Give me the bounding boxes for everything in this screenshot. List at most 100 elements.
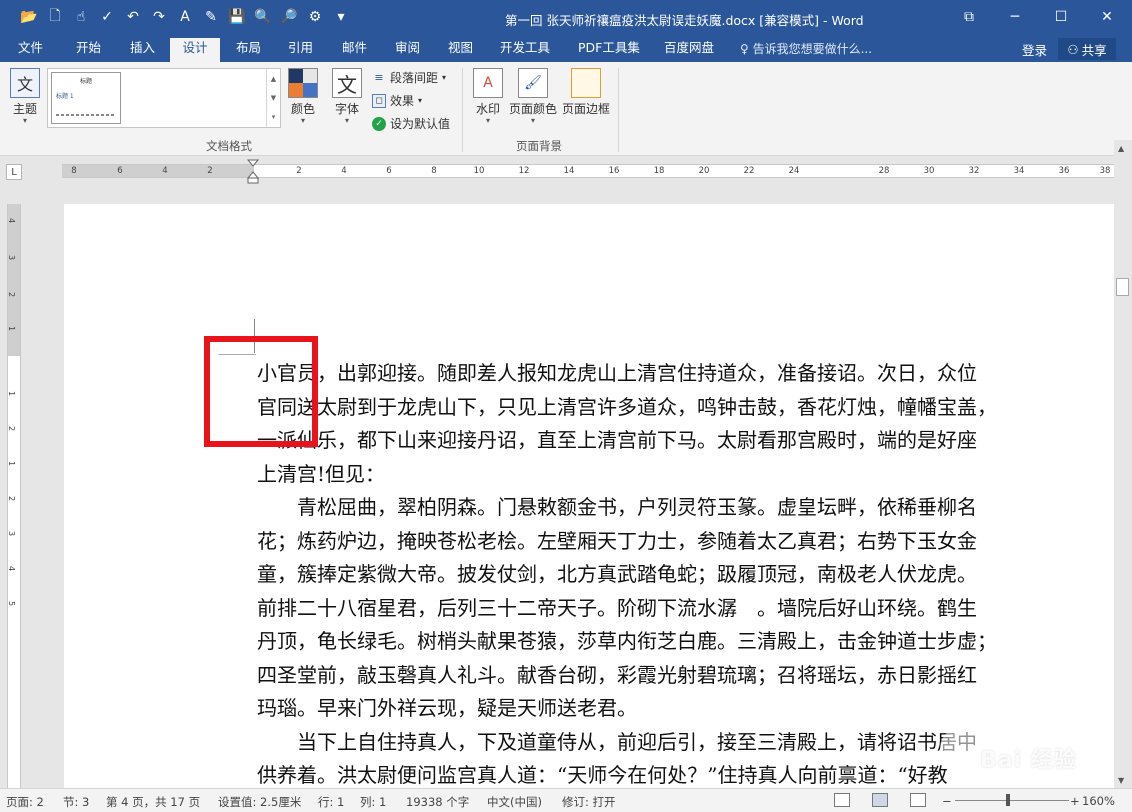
tab-references[interactable]: 引用	[278, 38, 323, 62]
login-link[interactable]: 登录	[1022, 40, 1047, 59]
page-border-icon	[571, 68, 601, 98]
open-folder-icon[interactable]: 📂	[16, 6, 42, 28]
text-line: 前排二十八宿星君，后列三十二帝天子。阶砌下流水潺 。墙院后好山环绕。鹤生	[257, 595, 977, 620]
paragraph-spacing-label: 段落间距	[390, 71, 439, 85]
maximize-button[interactable]: ☐	[1038, 0, 1084, 34]
tab-insert[interactable]: 插入	[120, 38, 165, 62]
zoom-in-button[interactable]: +	[1070, 794, 1080, 808]
status-position[interactable]: 设置值: 2.5厘米	[218, 794, 301, 810]
ruler-tick: 2	[296, 166, 302, 176]
scroll-up-icon[interactable]: ▲	[1118, 144, 1124, 153]
paragraph-spacing-button[interactable]: ≡ 段落间距 ▾	[372, 69, 446, 86]
style-set-gallery[interactable]: 标题 标题 1 ▲ ▼ ▾	[47, 68, 281, 128]
group-divider	[462, 68, 463, 152]
minimize-button[interactable]: ─	[992, 0, 1038, 34]
ruler-tick: 3	[7, 254, 17, 261]
status-page-of[interactable]: 第 4 页，共 17 页	[106, 794, 200, 810]
ruler-tick: 8	[71, 166, 77, 176]
tab-home[interactable]: 开始	[66, 38, 111, 62]
indent-marker[interactable]	[247, 158, 259, 184]
tab-developer[interactable]: 开发工具	[490, 38, 560, 62]
set-default-button[interactable]: ✓ 设为默认值	[372, 115, 450, 132]
redo-icon[interactable]: ↷	[146, 6, 172, 28]
page-border-button[interactable]: 页面边框	[562, 68, 610, 117]
read-mode-icon[interactable]	[834, 793, 850, 807]
share-web-icon[interactable]: ⚙	[302, 6, 328, 28]
ribbon-tabs: 文件 开始 插入 设计 布局 引用 邮件 审阅 视图 开发工具 PDF工具集 百…	[0, 34, 1132, 62]
page-color-button[interactable]: 🖌 页面颜色 ▾	[509, 68, 557, 125]
zoom-level[interactable]: 160%	[1082, 794, 1115, 808]
status-column[interactable]: 列: 1	[360, 794, 386, 810]
style-set-thumbnail[interactable]: 标题 标题 1	[51, 72, 121, 124]
document-body[interactable]: 小官员，出郭迎接。随即差人报知龙虎山上清宫住持道众，准备接诏。次日，众位 官同送…	[257, 357, 1077, 788]
new-doc-icon[interactable]: 🗋	[42, 6, 68, 28]
ribbon-display-icon[interactable]: ⧉	[946, 0, 992, 34]
tab-mailings[interactable]: 邮件	[332, 38, 377, 62]
ruler-tick: 14	[563, 166, 575, 176]
vertical-ruler[interactable]: 4 3 2 1 1 2 1 2 3 4 5	[7, 204, 21, 788]
watermark-icon: A	[473, 68, 503, 98]
tell-me-search[interactable]: ♀ 告诉我您想要做什么...	[740, 40, 872, 57]
status-track-changes[interactable]: 修订: 打开	[562, 794, 616, 810]
status-language[interactable]: 中文(中国)	[487, 794, 542, 810]
vertical-scrollbar[interactable]: ▲ ▼	[1114, 140, 1132, 788]
chevron-down-icon[interactable]: ▼	[271, 94, 276, 102]
text-line: 青松屈曲，翠柏阴森。门悬敕额金书，户列灵符玉篆。虚皇坛畔，依稀垂柳名	[257, 495, 977, 519]
zoom-slider[interactable]	[955, 800, 1069, 801]
tab-review[interactable]: 审阅	[385, 38, 430, 62]
paragraph: 青松屈曲，翠柏阴森。门悬敕额金书，户列灵符玉篆。虚皇坛畔，依稀垂柳名 花；炼药炉…	[257, 491, 1077, 726]
ruler-tick: 5	[7, 600, 17, 607]
watermark-button[interactable]: A 水印 ▾	[473, 68, 503, 125]
touch-mode-icon[interactable]: ☝	[68, 6, 94, 28]
gallery-more-icon[interactable]: ▾	[272, 113, 276, 121]
status-section[interactable]: 节: 3	[63, 794, 89, 810]
spelling-icon[interactable]: ✓	[94, 6, 120, 28]
tab-selector[interactable]: L	[6, 164, 22, 180]
print-layout-icon[interactable]	[872, 793, 888, 807]
effects-button[interactable]: ◻ 效果 ▾	[372, 92, 422, 109]
tab-view[interactable]: 视图	[438, 38, 483, 62]
window-title: 第一回 张天师祈禳瘟疫洪太尉误走妖魔.docx [兼容模式] - Word	[505, 13, 864, 28]
zoom-slider-thumb[interactable]	[1006, 794, 1010, 806]
paragraph: 小官员，出郭迎接。随即差人报知龙虎山上清宫住持道众，准备接诏。次日，众位 官同送…	[257, 357, 1077, 491]
document-page[interactable]: 小官员，出郭迎接。随即差人报知龙虎山上清宫住持道众，准备接诏。次日，众位 官同送…	[64, 204, 1114, 788]
scrollbar-thumb[interactable]	[1116, 278, 1129, 296]
chevron-up-icon[interactable]: ▲	[271, 75, 276, 83]
web-layout-icon[interactable]	[910, 793, 926, 807]
edit-icon[interactable]: ✎	[198, 6, 224, 28]
horizontal-ruler[interactable]: 8 6 4 2 2 4 6 8 10 12 14 16 18 20 22 24 …	[62, 164, 1114, 178]
page-border-label: 页面边框	[562, 102, 611, 116]
tab-pdf-tools[interactable]: PDF工具集	[568, 38, 650, 62]
group-divider	[618, 68, 619, 152]
zoom-out-button[interactable]: −	[942, 794, 952, 808]
save-icon[interactable]: 💾	[224, 6, 250, 28]
gallery-scroll[interactable]: ▲ ▼ ▾	[266, 69, 280, 127]
status-line[interactable]: 行: 1	[318, 794, 344, 810]
theme-button[interactable]: 文 主题 ▾	[10, 68, 40, 125]
thumb-body-lines	[56, 114, 116, 116]
tab-file[interactable]: 文件	[8, 38, 53, 62]
undo-icon[interactable]: ↶	[120, 6, 146, 28]
status-word-count[interactable]: 19338 个字	[406, 794, 469, 810]
ruler-tick: 1	[7, 460, 17, 467]
page-color-icon: 🖌	[518, 68, 548, 98]
colors-button[interactable]: 颜色 ▾	[288, 68, 318, 125]
print-preview-icon[interactable]: 🔎	[276, 6, 302, 28]
chevron-down-icon: ▾	[300, 116, 305, 125]
fonts-button[interactable]: 文 字体 ▾	[332, 68, 362, 125]
tab-baidu-netdisk[interactable]: 百度网盘	[654, 38, 724, 62]
ruler-tick: 12	[518, 166, 530, 176]
group-label-page-background: 页面背景	[516, 139, 562, 153]
tab-layout[interactable]: 布局	[226, 38, 271, 62]
ruler-tick: 10	[473, 166, 485, 176]
find-icon[interactable]: 🔍	[250, 6, 276, 28]
scroll-down-icon[interactable]: ▼	[1118, 776, 1124, 785]
share-button[interactable]: ⚇ 共享	[1058, 38, 1116, 60]
customize-icon[interactable]: ▾	[328, 6, 354, 28]
status-page[interactable]: 页面: 2	[6, 794, 44, 810]
close-button[interactable]: ✕	[1084, 0, 1130, 34]
text-line: 丹顶，龟长绿毛。树梢头献果苍猿，莎草内衔芝白鹿。三清殿上，击金钟道士步虚；	[257, 629, 997, 653]
format-icon[interactable]: A	[172, 6, 198, 28]
tab-design[interactable]: 设计	[170, 38, 220, 62]
chevron-down-icon: ▾	[418, 96, 423, 105]
